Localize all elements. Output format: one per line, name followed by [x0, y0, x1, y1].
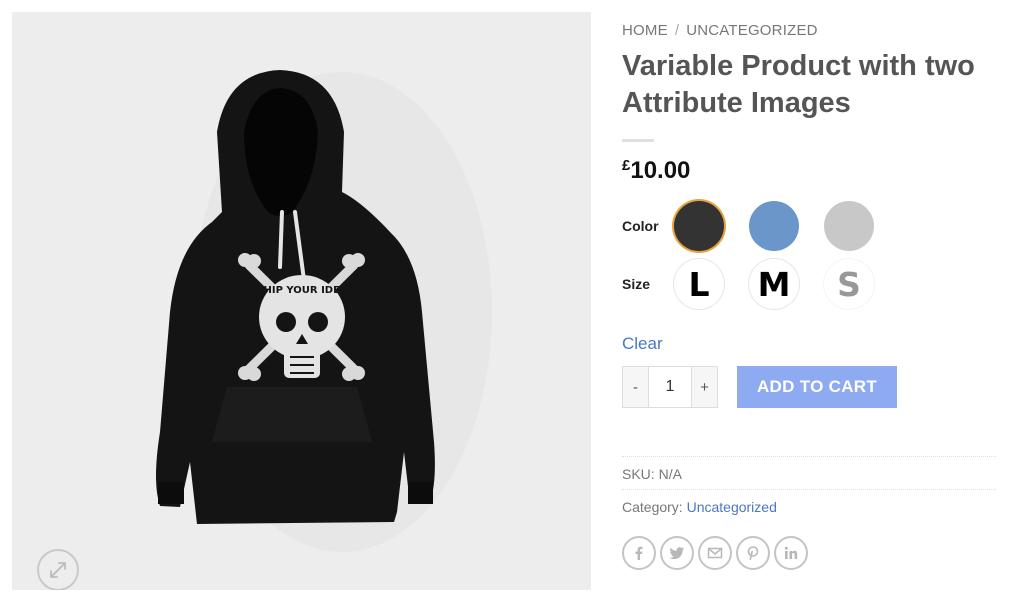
- sku-value: N/A: [658, 466, 682, 482]
- size-swatch-label: L: [688, 264, 710, 304]
- breadcrumb-category[interactable]: UNCATEGORIZED: [686, 22, 818, 39]
- breadcrumb-separator: /: [674, 22, 680, 39]
- share-facebook-button[interactable]: [622, 536, 656, 570]
- sku-label: SKU:: [622, 466, 655, 482]
- breadcrumb-home[interactable]: HOME: [622, 22, 668, 39]
- color-swatch-grey[interactable]: [824, 201, 874, 251]
- print-text: SHIP YOUR IDEA: [256, 285, 348, 296]
- category-meta: Category: Uncategorized: [622, 499, 777, 515]
- breadcrumb: HOME / UNCATEGORIZED: [622, 22, 818, 39]
- color-label: Color: [622, 218, 659, 234]
- quantity-input[interactable]: [648, 367, 692, 407]
- share-linkedin-button[interactable]: [774, 536, 808, 570]
- meta-divider: [622, 489, 996, 490]
- sku-meta: SKU: N/A: [622, 466, 682, 482]
- zoom-button[interactable]: [37, 549, 79, 590]
- size-swatch-s[interactable]: S: [823, 258, 875, 310]
- expand-icon: [50, 562, 66, 578]
- color-swatch-black[interactable]: [674, 201, 724, 251]
- share-email-button[interactable]: [698, 536, 732, 570]
- title-divider: [622, 139, 654, 142]
- add-to-cart-button[interactable]: ADD TO CART: [737, 366, 897, 408]
- size-swatch-label: M: [757, 264, 791, 304]
- linkedin-icon: [784, 546, 798, 559]
- quantity-plus-button[interactable]: +: [692, 367, 717, 407]
- category-link[interactable]: Uncategorized: [687, 499, 777, 515]
- pinterest-icon: [747, 546, 759, 561]
- size-swatch-l[interactable]: L: [673, 258, 725, 310]
- quantity-stepper: - +: [622, 366, 718, 408]
- size-label: Size: [622, 276, 651, 292]
- email-icon: [707, 547, 723, 559]
- product-price: £10.00: [622, 157, 690, 185]
- quantity-minus-button[interactable]: -: [623, 367, 648, 407]
- product-title: Variable Product with two Attribute Imag…: [622, 50, 975, 119]
- facebook-icon: [635, 546, 643, 560]
- clear-selection-link[interactable]: Clear: [622, 334, 663, 354]
- share-icons: [622, 536, 808, 570]
- twitter-icon: [669, 547, 684, 560]
- share-twitter-button[interactable]: [660, 536, 694, 570]
- color-swatch-blue[interactable]: [749, 201, 799, 251]
- category-label: Category:: [622, 499, 683, 515]
- share-pinterest-button[interactable]: [736, 536, 770, 570]
- product-gallery: SHIP YOUR IDEA: [12, 12, 591, 590]
- product-image-hoodie[interactable]: SHIP YOUR IDEA: [12, 12, 591, 590]
- meta-divider: [622, 456, 996, 457]
- size-swatch-label: S: [837, 264, 861, 304]
- size-swatch-m[interactable]: M: [748, 258, 800, 310]
- price-amount: 10.00: [630, 157, 691, 184]
